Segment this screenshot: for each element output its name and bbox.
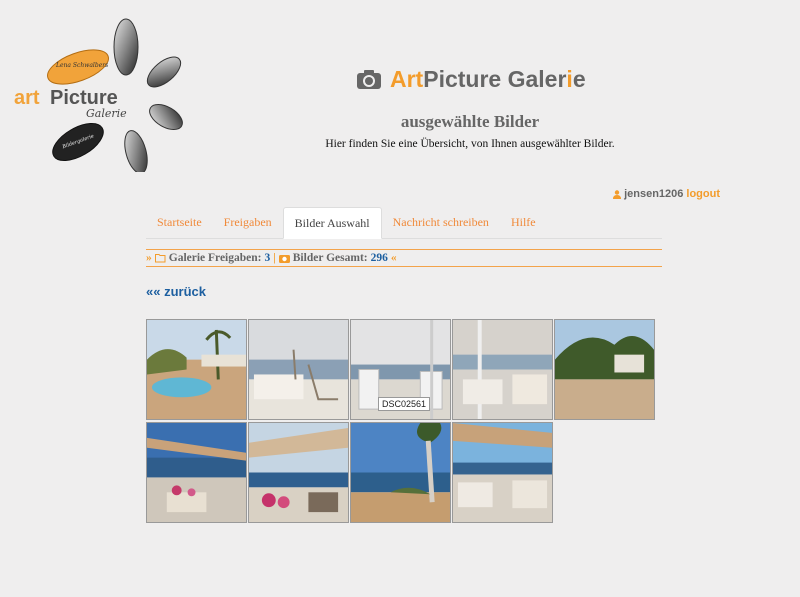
freigaben-count: 3 [264,252,271,264]
logo-picture-text: Picture [50,87,118,109]
tab-hilfe[interactable]: Hilfe [500,207,547,237]
main-nav-tabs: Startseite Freigaben Bilder Auswahl Nach… [146,207,662,239]
svg-text:Lena Schwalbers: Lena Schwalbers [55,62,108,69]
site-brand: ArtPicture Galerie [356,64,586,94]
sea-table-photo [249,320,348,419]
image-thumbnail[interactable] [146,319,247,420]
camera-icon [357,70,381,89]
logo-art-text: art [14,87,40,109]
image-thumbnail[interactable] [452,319,553,420]
logout-link[interactable]: logout [686,188,720,200]
gallery-info-bar: » Galerie Freigaben: 3 | Bilder Gesamt: … [146,249,662,267]
user-info: jensen1206 logout [613,188,720,200]
artpicture-logo[interactable]: art Picture Lena Schwalbers Galerie Bild… [6,12,191,172]
freigaben-label: Galerie Freigaben: [168,252,262,264]
gesamt-label: Bilder Gesamt: [292,252,368,264]
selected-images-grid [146,319,664,523]
terrace-lounge-photo [453,320,552,419]
trees-beach-photo [555,320,654,419]
image-thumbnail[interactable] [248,319,349,420]
image-tooltip: DSC02561 [378,397,431,411]
restaurant-sea-photo [453,423,552,522]
page-title: ausgewählte Bilder [400,112,540,131]
tab-bilder-auswahl[interactable]: Bilder Auswahl [282,207,382,239]
svg-text:Galerie: Galerie [86,107,127,120]
info-left-arrows: » [146,252,152,264]
umbrella-sea-photo [147,423,246,522]
gesamt-count: 296 [370,252,388,264]
image-thumbnail[interactable] [554,319,655,420]
pine-beach-photo [351,423,450,522]
tab-nachricht-schreiben[interactable]: Nachricht schreiben [382,207,500,237]
camera-icon-small [278,255,290,263]
info-separator: | [273,252,276,264]
sail-flowers-photo [249,423,348,522]
page-subtitle: Hier finden Sie eine Übersicht, von Ihne… [325,138,615,150]
username: jensen1206 [624,188,684,200]
image-thumbnail[interactable] [452,422,553,523]
image-thumbnail[interactable] [146,422,247,523]
folder-open-icon [154,254,166,263]
back-link[interactable]: «« zurück [146,284,206,299]
tab-freigaben[interactable]: Freigaben [213,207,283,237]
image-thumbnail[interactable] [248,422,349,523]
info-right-arrows: « [390,252,397,264]
pool-photo [147,320,246,419]
user-icon [613,189,622,199]
tab-startseite[interactable]: Startseite [146,207,213,237]
image-thumbnail[interactable] [350,422,451,523]
